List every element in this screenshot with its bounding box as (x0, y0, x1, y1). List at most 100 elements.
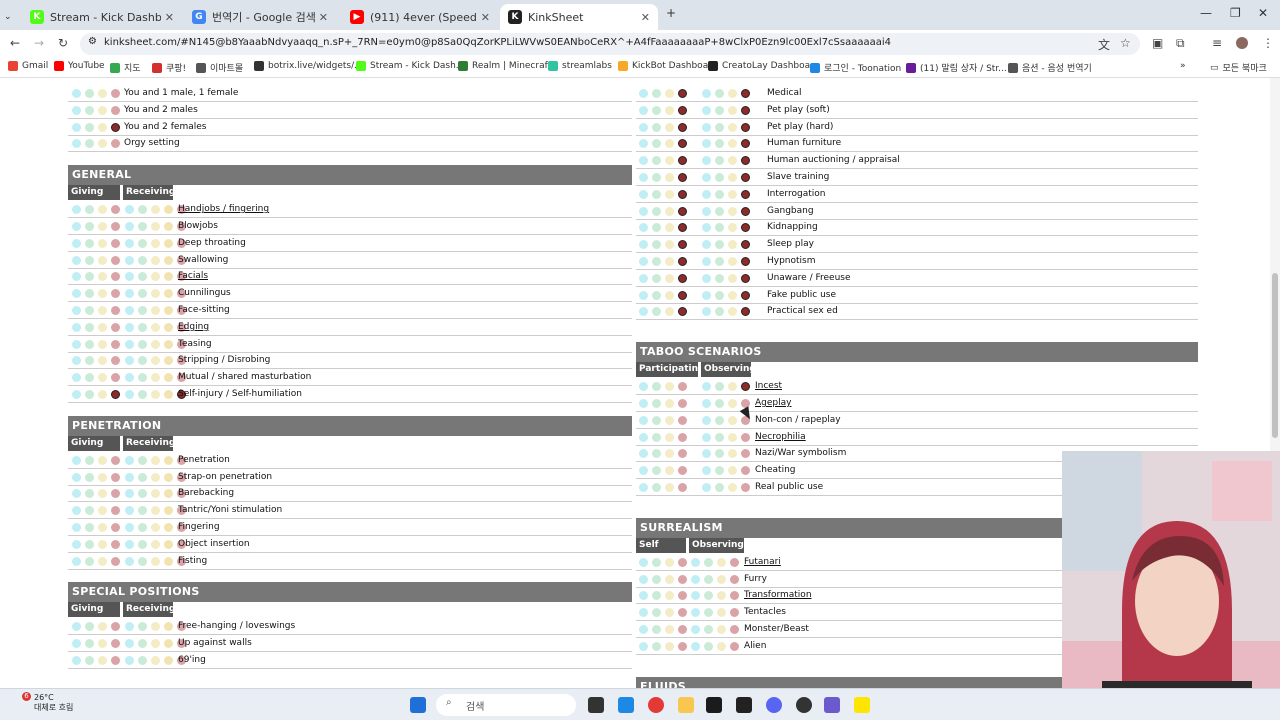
rating-dot[interactable] (652, 625, 661, 634)
rating-dot[interactable] (164, 289, 173, 299)
rating-dot[interactable] (702, 206, 711, 216)
rating-dot[interactable] (691, 625, 700, 634)
rating-dot[interactable] (138, 455, 147, 465)
rating-dot[interactable] (138, 472, 147, 482)
rating-dot[interactable] (715, 273, 724, 283)
rating-dot[interactable] (652, 432, 661, 442)
rating-dot[interactable] (652, 89, 661, 98)
rating-dot[interactable] (702, 399, 711, 408)
rating-dot[interactable] (111, 356, 120, 366)
rating-dot[interactable] (665, 307, 674, 317)
rating-dot[interactable] (151, 373, 160, 383)
rating-dot[interactable] (111, 556, 120, 566)
rating-dot[interactable] (730, 557, 739, 567)
rating-dot[interactable] (715, 466, 724, 476)
rating-dot[interactable] (728, 122, 737, 132)
rating-dot[interactable] (164, 322, 173, 332)
restore-icon[interactable]: ❐ (1230, 6, 1241, 20)
rating-dot[interactable] (704, 641, 713, 651)
rating-dot[interactable] (652, 591, 661, 601)
rating-dot[interactable] (652, 574, 661, 584)
bookmark-item[interactable]: KickBot Dashboard (618, 61, 717, 71)
rating-dot[interactable] (125, 489, 134, 499)
rating-dot[interactable] (691, 641, 700, 651)
rating-dot[interactable] (702, 89, 711, 98)
rating-dot[interactable] (125, 289, 134, 299)
rating-dot[interactable] (98, 556, 107, 566)
rating-dot[interactable] (728, 307, 737, 317)
rating-dot[interactable] (98, 390, 107, 399)
rating-dot[interactable] (639, 206, 648, 216)
rating-dot[interactable] (652, 173, 661, 182)
rating-dot[interactable] (691, 591, 700, 601)
rating-dot[interactable] (652, 557, 661, 567)
rating-dot[interactable] (715, 139, 724, 149)
rating-dot[interactable] (151, 272, 160, 282)
rating-dot[interactable] (639, 432, 648, 442)
rating-dot[interactable] (717, 608, 726, 618)
rating-dot[interactable] (72, 356, 81, 366)
rating-dot[interactable] (125, 272, 134, 282)
tab-close-icon[interactable]: ✕ (481, 11, 490, 24)
rating-dot[interactable] (151, 222, 160, 231)
rating-dot[interactable] (138, 373, 147, 383)
bookmark-item[interactable]: Gmail (8, 61, 48, 71)
rating-dot[interactable] (125, 339, 134, 349)
discord-icon[interactable] (766, 697, 782, 713)
edge-icon[interactable] (618, 697, 634, 713)
rating-dot[interactable] (639, 557, 648, 567)
rating-dot[interactable] (639, 122, 648, 132)
rating-dot[interactable] (151, 523, 160, 532)
rating-dot[interactable] (678, 483, 687, 492)
rating-dot[interactable] (151, 238, 160, 248)
rating-dot[interactable] (85, 356, 94, 366)
rating-dot[interactable] (164, 272, 173, 282)
rating-dot[interactable] (164, 339, 173, 349)
rating-dot[interactable] (678, 173, 687, 182)
rating-dot[interactable] (715, 399, 724, 408)
bookmark-item[interactable]: YouTube (54, 61, 105, 71)
rating-dot[interactable] (98, 373, 107, 383)
rating-dot[interactable] (72, 556, 81, 566)
rating-dot[interactable] (111, 205, 120, 215)
rating-dot[interactable] (72, 506, 81, 516)
rating-dot[interactable] (665, 273, 674, 283)
rating-dot[interactable] (138, 506, 147, 516)
rating-dot[interactable] (164, 205, 173, 215)
rating-dot[interactable] (741, 105, 750, 115)
rating-dot[interactable] (98, 222, 107, 231)
chrome-icon[interactable] (648, 697, 664, 713)
scrollbar-thumb[interactable] (1272, 273, 1278, 438)
rating-dot[interactable] (72, 539, 81, 549)
rating-dot[interactable] (85, 639, 94, 649)
bookmark-item[interactable]: CreatoLay Dashboa... (708, 61, 819, 71)
rating-dot[interactable] (639, 240, 648, 250)
rating-dot[interactable] (151, 339, 160, 349)
rating-dot[interactable] (85, 390, 94, 399)
rating-dot[interactable] (715, 382, 724, 392)
rating-dot[interactable] (85, 222, 94, 231)
rating-dot[interactable] (151, 622, 160, 632)
rating-dot[interactable] (164, 539, 173, 549)
rating-dot[interactable] (702, 156, 711, 166)
rating-dot[interactable] (98, 139, 107, 149)
bookmark-item[interactable]: 음션 - 음성 번역기 (1008, 61, 1092, 74)
rating-dot[interactable] (138, 656, 147, 665)
rating-dot[interactable] (702, 122, 711, 132)
rating-dot[interactable] (728, 415, 737, 425)
rating-dot[interactable] (691, 608, 700, 618)
rating-dot[interactable] (652, 290, 661, 300)
rating-dot[interactable] (715, 483, 724, 492)
rating-dot[interactable] (715, 449, 724, 459)
browser-tab[interactable]: K Stream - Kick Dashboard ✕ (22, 4, 182, 30)
rating-dot[interactable] (652, 257, 661, 266)
rating-dot[interactable] (72, 89, 81, 98)
rating-dot[interactable] (678, 139, 687, 149)
rating-dot[interactable] (151, 255, 160, 265)
new-tab-button[interactable]: + (666, 6, 676, 20)
rating-dot[interactable] (730, 608, 739, 618)
rating-dot[interactable] (639, 139, 648, 149)
rating-dot[interactable] (652, 189, 661, 199)
rating-dot[interactable] (665, 591, 674, 601)
url-field[interactable]: ⚙ kinksheet.com/#N145@b8YaaabNdvyaaqq_n.… (80, 33, 1140, 55)
